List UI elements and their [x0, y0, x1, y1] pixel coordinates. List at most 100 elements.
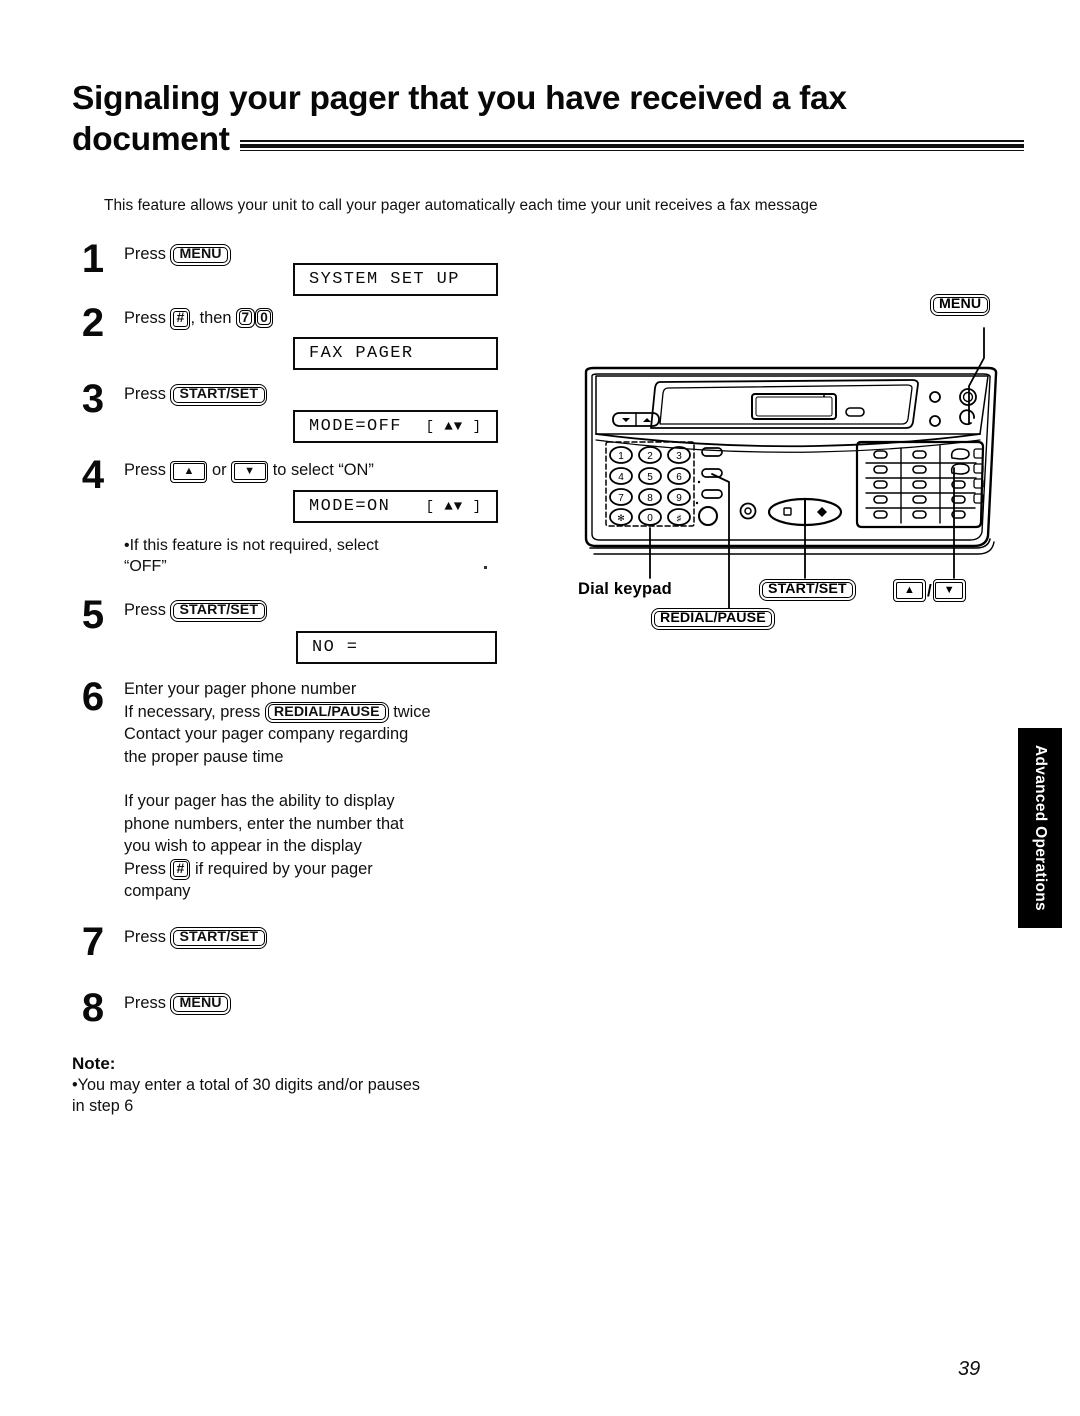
menu-button-on-machine	[959, 409, 975, 426]
step-3-body: Press START/SET	[124, 378, 522, 406]
step-1-number: 1	[81, 237, 105, 281]
callout-arrow-keys-group: ▲ / ▼	[893, 579, 966, 602]
step-7-body: Press START/SET	[124, 921, 522, 949]
lcd-text-mode-on: MODE=ON	[309, 497, 391, 516]
function-button-1	[701, 447, 723, 457]
callout-dial-keypad-label: Dial keypad	[578, 580, 672, 598]
step-6-line-1: Enter your pager phone number	[124, 680, 357, 698]
hash-key-badge[interactable]: #	[170, 308, 191, 330]
callout-redial-pause-badge[interactable]: REDIAL/PAUSE	[651, 608, 775, 630]
lcd-display-mode-on: MODE=ON [ ▲▼ ]	[293, 490, 498, 523]
lcd-display-mode-off: MODE=OFF [ ▲▼ ]	[293, 410, 498, 443]
step-2-number: 2	[81, 301, 105, 345]
step-7-number: 7	[81, 920, 105, 964]
start-set-key-badge[interactable]: START/SET	[170, 384, 268, 406]
start-set-key-badge-3[interactable]: START/SET	[170, 927, 268, 949]
page-title: Signaling your pager that you have recei…	[72, 78, 1024, 160]
lcd-display-fax-pager: FAX PAGER	[293, 337, 498, 370]
redial-pause-key-badge[interactable]: REDIAL/PAUSE	[264, 701, 389, 723]
step-3-press-label: Press	[124, 385, 166, 403]
step-8: 8 Press MENU	[72, 987, 522, 1045]
digit-7-key-badge[interactable]: 7	[236, 307, 255, 328]
step-6-p2-line-5: company	[124, 882, 191, 900]
intro-paragraph: This feature allows your unit to call yo…	[104, 197, 818, 214]
deck-front-curve	[595, 433, 981, 448]
step-6-p2-line-4: Press # if required by your pager	[124, 858, 522, 880]
one-touch-arrow-key-up	[950, 448, 970, 460]
step-4-or-label: or	[212, 461, 227, 479]
step-2-body: Press #, then 70	[124, 302, 522, 330]
one-touch-key-6	[912, 450, 927, 459]
one-touch-key-3	[873, 480, 888, 489]
machine-lcd-screen	[751, 393, 837, 420]
function-led-2	[695, 501, 699, 505]
callout-arrow-separator: /	[927, 580, 932, 600]
step-5-press-label: Press	[124, 601, 166, 619]
title-underline-rule	[239, 140, 1024, 151]
step-7-press-label: Press	[124, 928, 166, 946]
step-4-press-label: Press	[124, 461, 166, 479]
step-4-body: Press ▲ or ▼ to select “ON”	[124, 454, 522, 483]
one-touch-key-4	[873, 495, 888, 504]
keypad-label-hash: ♯	[677, 513, 682, 523]
side-tab-advanced-operations: Advanced Operations	[1018, 728, 1062, 928]
callout-start-set-badge[interactable]: START/SET	[759, 579, 856, 601]
one-touch-key-7	[912, 465, 927, 474]
manual-page: Signaling your pager that you have recei…	[0, 0, 1080, 1416]
hash-key-badge-2[interactable]: #	[170, 858, 191, 880]
step-6-paragraph-2: If your pager has the ability to display…	[124, 790, 522, 903]
step-4-instruction: Press ▲ or ▼ to select “ON”	[124, 459, 522, 483]
menu-key-badge[interactable]: MENU	[170, 244, 231, 266]
center-round-button-inner	[744, 507, 752, 515]
lcd-text-system-set-up: SYSTEM SET UP	[309, 270, 460, 289]
rocker-up-arrow-icon	[643, 418, 651, 422]
lcd-side-button	[845, 407, 865, 417]
step-6-line-2: If necessary, press REDIAL/PAUSE twice	[124, 701, 522, 723]
note-line-2: in step 6	[72, 1097, 134, 1115]
page-title-line-1: Signaling your pager that you have recei…	[72, 80, 847, 117]
step-4-number: 4	[81, 453, 105, 497]
digit-0-key-badge[interactable]: 0	[254, 307, 274, 328]
one-touch-key-1	[873, 450, 888, 459]
power-button-outer	[959, 388, 977, 406]
note-title: Note:	[72, 1054, 116, 1073]
scan-artifact-speck	[484, 566, 487, 569]
start-set-diamond-icon	[817, 507, 827, 517]
step-6-number: 6	[81, 675, 105, 719]
function-led-1	[697, 480, 701, 484]
step-1-press-label: Press	[124, 245, 166, 263]
status-led-2	[929, 415, 941, 427]
keypad-label-5: 5	[647, 472, 653, 483]
lcd-arrows-mode-on: [ ▲▼ ]	[425, 498, 482, 515]
fax-machine-illustration: 1 2 3 4 5 6 7 8 9 ✻ 0 ♯ MENU Dial keypad…	[556, 294, 1026, 646]
keypad-label-8: 8	[647, 493, 653, 504]
arrow-up-key-badge[interactable]: ▲	[170, 460, 208, 483]
arrow-down-key-badge[interactable]: ▼	[231, 460, 269, 483]
step-2-instruction: Press #, then 70	[124, 307, 522, 330]
callout-arrow-down-badge[interactable]: ▼	[932, 579, 966, 602]
start-set-key-badge-2[interactable]: START/SET	[170, 600, 268, 622]
step-8-instruction: Press MENU	[124, 992, 522, 1015]
redial-pause-button	[701, 468, 723, 478]
menu-key-badge-2[interactable]: MENU	[170, 993, 231, 1015]
one-touch-key-10	[912, 510, 927, 519]
page-number: 39	[958, 1358, 981, 1380]
side-tab-label: Advanced Operations	[1032, 745, 1049, 911]
machine-lcd-screen-inner	[755, 396, 833, 417]
step-6: 6 Enter your pager phone number If neces…	[72, 676, 522, 921]
callout-arrow-up-badge[interactable]: ▲	[893, 579, 926, 602]
step-6-redial-pre: If necessary, press	[124, 702, 261, 721]
callout-menu-badge[interactable]: MENU	[930, 294, 991, 316]
step-4-bullet-note: •If this feature is not required, select…	[124, 535, 522, 577]
step-4: 4 Press ▲ or ▼ to select “ON” •If this f…	[72, 454, 522, 594]
one-touch-panel	[855, 440, 985, 529]
step-8-press-label: Press	[124, 994, 166, 1012]
keypad-label-1: 1	[618, 451, 624, 462]
keypad-label-7: 7	[618, 493, 624, 504]
one-touch-key-5	[873, 510, 888, 519]
redial-pause-leader	[711, 473, 730, 613]
keypad-label-4: 4	[618, 472, 624, 483]
step-6-redial-post: twice	[393, 702, 431, 721]
one-touch-key-9	[912, 495, 927, 504]
step-5-instruction: Press START/SET	[124, 599, 522, 622]
